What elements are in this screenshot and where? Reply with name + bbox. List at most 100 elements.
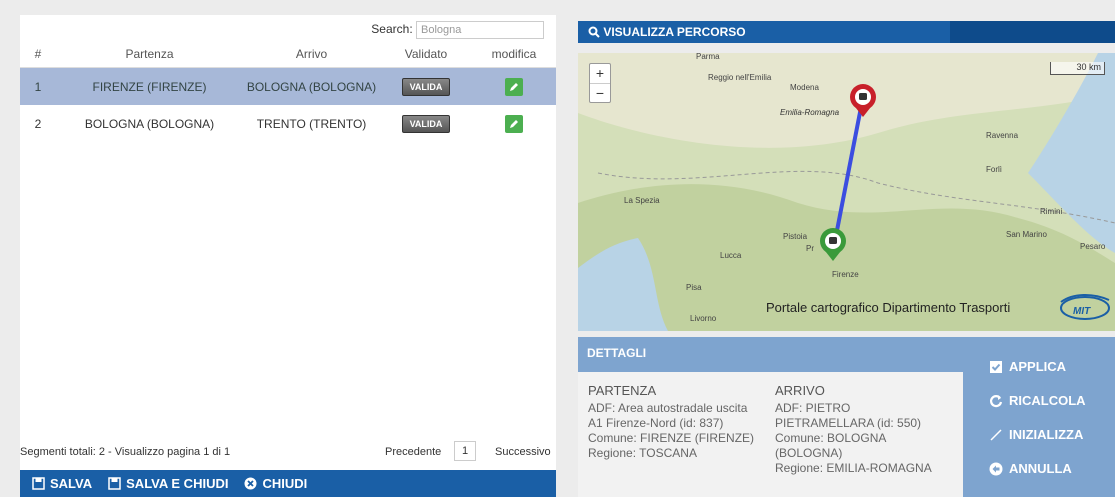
map-label-laspezia: La Spezia bbox=[624, 196, 660, 205]
ricalcola-label: RICALCOLA bbox=[1009, 393, 1086, 408]
salva-label: SALVA bbox=[50, 476, 93, 491]
valida-button[interactable]: VALIDA bbox=[401, 77, 451, 96]
partenza-col: PARTENZA ADF: Area autostradale uscita A… bbox=[588, 383, 768, 461]
header-validato[interactable]: Validato bbox=[380, 41, 472, 68]
header-num[interactable]: # bbox=[20, 41, 56, 68]
partenza-line: Comune: FIRENZE (FIRENZE) bbox=[588, 431, 755, 445]
arrivo-line: Comune: BOLOGNA bbox=[775, 431, 887, 445]
map-label-sanmarino: San Marino bbox=[1006, 230, 1047, 239]
map-label-livorno: Livorno bbox=[690, 314, 717, 323]
search-row: Search: bbox=[371, 21, 544, 39]
partenza-heading: PARTENZA bbox=[588, 383, 657, 398]
row-validato: VALIDA bbox=[380, 105, 472, 142]
map-label-prato: Pr bbox=[806, 244, 814, 253]
search-label: Search: bbox=[371, 22, 413, 36]
refresh-icon bbox=[989, 394, 1003, 407]
table-row[interactable]: 1 FIRENZE (FIRENZE) BOLOGNA (BOLOGNA) VA… bbox=[20, 67, 556, 105]
map-label-rimini: Rimini bbox=[1040, 207, 1062, 216]
segments-table: # Partenza Arrivo Validato modifica 1 FI… bbox=[20, 41, 556, 142]
close-circle-icon bbox=[244, 477, 257, 490]
row-modifica bbox=[472, 105, 556, 142]
details-box: PARTENZA ADF: Area autostradale uscita A… bbox=[578, 372, 963, 497]
row-num: 2 bbox=[34, 116, 42, 131]
chiudi-button[interactable]: CHIUDI bbox=[244, 476, 307, 491]
arrivo-heading: ARRIVO bbox=[775, 383, 825, 398]
pencil-icon bbox=[510, 82, 518, 91]
zoom-controls: + − bbox=[589, 63, 611, 103]
row-partenza: FIRENZE (FIRENZE) bbox=[56, 67, 243, 105]
pencil-icon bbox=[510, 119, 518, 128]
next-page-button[interactable]: Successivo bbox=[495, 446, 551, 458]
map-label-modena: Modena bbox=[790, 83, 819, 92]
row-arrivo: TRENTO (TRENTO) bbox=[256, 116, 367, 131]
partenza-line: Regione: TOSCANA bbox=[588, 446, 697, 460]
map-label-lucca: Lucca bbox=[720, 251, 742, 260]
prev-page-button[interactable]: Precedente bbox=[385, 446, 441, 458]
bus-icon bbox=[829, 237, 837, 244]
details-panel: DETTAGLI PARTENZA ADF: Area autostradale… bbox=[578, 337, 1115, 497]
map-label-emilia: Emilia-Romagna bbox=[780, 108, 840, 117]
row-partenza: BOLOGNA (BOLOGNA) bbox=[84, 116, 215, 131]
map-label-firenze: Firenze bbox=[832, 270, 859, 279]
arrow-left-circle-icon bbox=[989, 462, 1003, 475]
segments-panel: Search: # Partenza Arrivo Validato modif… bbox=[20, 15, 556, 497]
arrivo-line: ADF: PIETRO bbox=[775, 401, 851, 415]
map-label-pistoia: Pistoia bbox=[783, 232, 808, 241]
edit-button[interactable] bbox=[505, 114, 523, 133]
route-panel: VISUALIZZA PERCORSO Parma Reggio nell'Em… bbox=[578, 21, 1115, 497]
salva-chiudi-button[interactable]: SALVA E CHIUDI bbox=[108, 476, 228, 491]
salva-chiudi-label: SALVA E CHIUDI bbox=[126, 476, 229, 491]
arrivo-col: ARRIVO ADF: PIETRO PIETRAMELLARA (id: 55… bbox=[775, 383, 960, 476]
partenza-line: A1 Firenze-Nord (id: 837) bbox=[588, 416, 724, 430]
map-label-ravenna: Ravenna bbox=[986, 131, 1019, 140]
svg-text:MIT: MIT bbox=[1073, 306, 1091, 317]
map-header: VISUALIZZA PERCORSO bbox=[578, 21, 1115, 43]
row-validato: VALIDA bbox=[380, 67, 472, 105]
bottom-toolbar: SALVA SALVA E CHIUDI CHIUDI bbox=[20, 470, 556, 497]
header-partenza[interactable]: Partenza bbox=[56, 41, 243, 68]
annulla-label: ANNULLA bbox=[1009, 461, 1072, 476]
valida-button[interactable]: VALIDA bbox=[401, 114, 451, 133]
inizializza-button[interactable]: INIZIALIZZA bbox=[989, 427, 1083, 442]
checkbox-icon bbox=[990, 360, 1002, 373]
search-input[interactable] bbox=[416, 21, 544, 39]
applica-button[interactable]: APPLICA bbox=[989, 359, 1066, 374]
floppy-icon bbox=[32, 477, 45, 490]
row-arrivo: BOLOGNA (BOLOGNA) bbox=[243, 67, 380, 105]
partenza-line: ADF: Area autostradale uscita bbox=[588, 401, 748, 415]
line-icon bbox=[990, 428, 1002, 441]
arrivo-line: PIETRAMELLARA (id: 550) bbox=[775, 416, 922, 430]
map-label-forli: Forlì bbox=[986, 165, 1002, 174]
table-header-row: # Partenza Arrivo Validato modifica bbox=[20, 41, 556, 68]
map-title-wrap: VISUALIZZA PERCORSO bbox=[588, 25, 746, 39]
header-arrivo[interactable]: Arrivo bbox=[243, 41, 380, 68]
edit-button[interactable] bbox=[505, 77, 523, 96]
row-num: 1 bbox=[20, 67, 56, 105]
annulla-button[interactable]: ANNULLA bbox=[989, 461, 1072, 476]
pagination: Segmenti totali: 2 - Visualizzo pagina 1… bbox=[20, 441, 556, 461]
applica-label: APPLICA bbox=[1009, 359, 1067, 374]
arrivo-line: Regione: EMILIA-ROMAGNA bbox=[775, 461, 932, 475]
map-attribution: Portale cartografico Dipartimento Traspo… bbox=[766, 300, 1010, 315]
table-row[interactable]: 2 BOLOGNA (BOLOGNA) TRENTO (TRENTO) VALI… bbox=[20, 105, 556, 142]
pagination-info: Segmenti totali: 2 - Visualizzo pagina 1… bbox=[20, 446, 231, 458]
route-map[interactable]: Parma Reggio nell'Emilia Modena Emilia-R… bbox=[578, 53, 1115, 331]
page-number[interactable]: 1 bbox=[454, 441, 476, 461]
header-block bbox=[950, 21, 1115, 43]
inizializza-label: INIZIALIZZA bbox=[1009, 427, 1084, 442]
zoom-out-button[interactable]: − bbox=[590, 84, 610, 103]
ricalcola-button[interactable]: RICALCOLA bbox=[989, 393, 1086, 408]
row-modifica bbox=[472, 67, 556, 105]
salva-button[interactable]: SALVA bbox=[32, 476, 92, 491]
search-icon bbox=[588, 26, 600, 38]
map-label-pesaro: Pesaro bbox=[1080, 242, 1106, 251]
chiudi-label: CHIUDI bbox=[262, 476, 308, 491]
zoom-in-button[interactable]: + bbox=[590, 64, 610, 84]
map-label-reggio: Reggio nell'Emilia bbox=[708, 73, 772, 82]
map-label-pisa: Pisa bbox=[686, 283, 702, 292]
floppy-icon bbox=[108, 477, 121, 490]
bus-icon bbox=[859, 93, 867, 100]
map-label-parma: Parma bbox=[696, 53, 720, 61]
header-modifica[interactable]: modifica bbox=[472, 41, 556, 68]
arrivo-line: (BOLOGNA) bbox=[775, 446, 843, 460]
